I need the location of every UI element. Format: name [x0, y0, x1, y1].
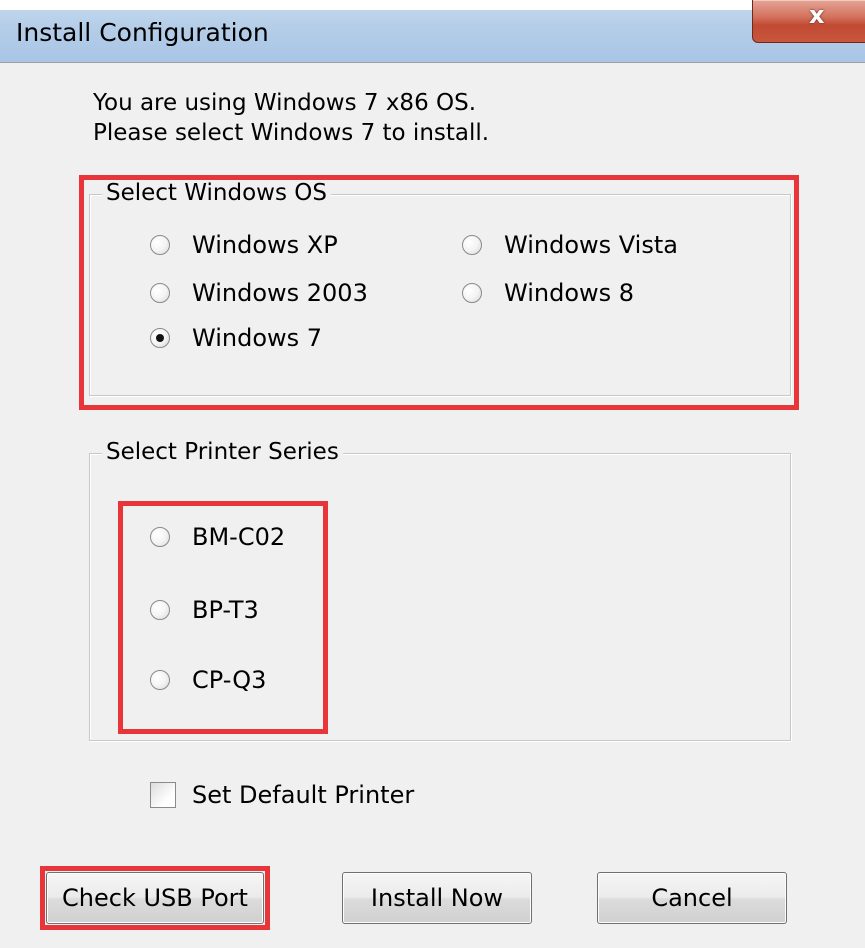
printer-groupbox-label: Select Printer Series [102, 437, 343, 467]
os-instruction-text: Please select Windows 7 to install. [93, 120, 490, 146]
radio-selected-icon[interactable] [150, 328, 170, 348]
set-default-printer-checkbox[interactable]: Set Default Printer [150, 780, 414, 810]
radio-windows-8[interactable]: Windows 8 [462, 278, 634, 308]
radio-unselected-icon[interactable] [150, 527, 170, 547]
radio-windows-xp[interactable]: Windows XP [150, 230, 338, 260]
radio-label-windows-xp: Windows XP [192, 231, 338, 259]
radio-label-windows-vista: Windows Vista [504, 231, 678, 259]
radio-label-bm-c02: BM-C02 [192, 523, 286, 551]
check-usb-port-button[interactable]: Check USB Port [46, 872, 264, 924]
radio-printer-bp-t3[interactable]: BP-T3 [150, 595, 259, 625]
radio-label-windows-2003: Windows 2003 [192, 279, 368, 307]
os-groupbox-label: Select Windows OS [102, 178, 331, 208]
radio-printer-bm-c02[interactable]: BM-C02 [150, 522, 285, 552]
radio-label-windows-7: Windows 7 [192, 324, 323, 352]
radio-unselected-icon[interactable] [462, 283, 482, 303]
radio-unselected-icon[interactable] [150, 283, 170, 303]
title-bar-divider [0, 62, 865, 63]
radio-label-cp-q3: CP-Q3 [192, 666, 267, 694]
set-default-printer-label: Set Default Printer [192, 781, 415, 809]
close-icon: x [809, 1, 825, 29]
os-info-text: You are using Windows 7 x86 OS. [93, 90, 477, 116]
radio-unselected-icon[interactable] [150, 600, 170, 620]
radio-windows-2003[interactable]: Windows 2003 [150, 278, 368, 308]
title-bar[interactable]: Install Configuration x [0, 0, 865, 62]
radio-unselected-icon[interactable] [462, 235, 482, 255]
radio-label-windows-8: Windows 8 [504, 279, 635, 307]
window-title: Install Configuration [16, 18, 269, 47]
radio-windows-vista[interactable]: Windows Vista [462, 230, 678, 260]
radio-printer-cp-q3[interactable]: CP-Q3 [150, 665, 266, 695]
cancel-button[interactable]: Cancel [597, 872, 787, 924]
checkbox-unchecked-icon[interactable] [150, 782, 176, 808]
radio-unselected-icon[interactable] [150, 235, 170, 255]
radio-windows-7[interactable]: Windows 7 [150, 323, 322, 353]
radio-unselected-icon[interactable] [150, 670, 170, 690]
install-now-button[interactable]: Install Now [342, 872, 532, 924]
radio-label-bp-t3: BP-T3 [192, 596, 259, 624]
close-button[interactable]: x [752, 0, 865, 43]
